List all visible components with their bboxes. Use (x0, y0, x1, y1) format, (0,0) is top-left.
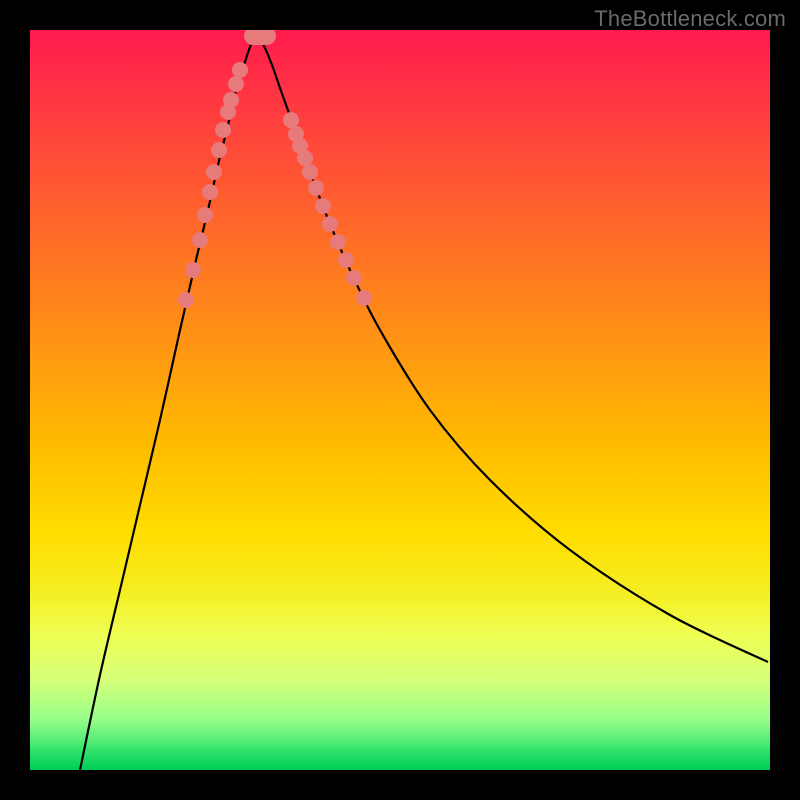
markers-left-branch (178, 62, 248, 308)
marker-dot (322, 216, 338, 232)
bottom-capsule-shape (244, 30, 276, 45)
marker-dot (178, 292, 194, 308)
marker-dot (302, 164, 318, 180)
marker-dot (283, 112, 299, 128)
markers-right-branch (283, 112, 372, 306)
marker-dot (315, 198, 331, 214)
marker-dot (192, 232, 208, 248)
marker-dot (197, 207, 213, 223)
marker-dot (330, 234, 346, 250)
marker-dot (206, 164, 222, 180)
marker-dot (346, 270, 362, 286)
marker-dot (215, 122, 231, 138)
curve-svg (30, 30, 770, 770)
marker-dot (223, 92, 239, 108)
marker-dot (297, 150, 313, 166)
bottom-capsule (244, 30, 276, 45)
plot-area (30, 30, 770, 770)
watermark-text: TheBottleneck.com (594, 6, 786, 32)
marker-dot (356, 290, 372, 306)
marker-dot (308, 180, 324, 196)
marker-dot (228, 76, 244, 92)
marker-dot (232, 62, 248, 78)
marker-dot (338, 252, 354, 268)
marker-dot (202, 184, 218, 200)
chart-container: TheBottleneck.com (0, 0, 800, 800)
marker-dot (185, 262, 201, 278)
bottleneck-curve (80, 34, 768, 770)
marker-dot (211, 142, 227, 158)
